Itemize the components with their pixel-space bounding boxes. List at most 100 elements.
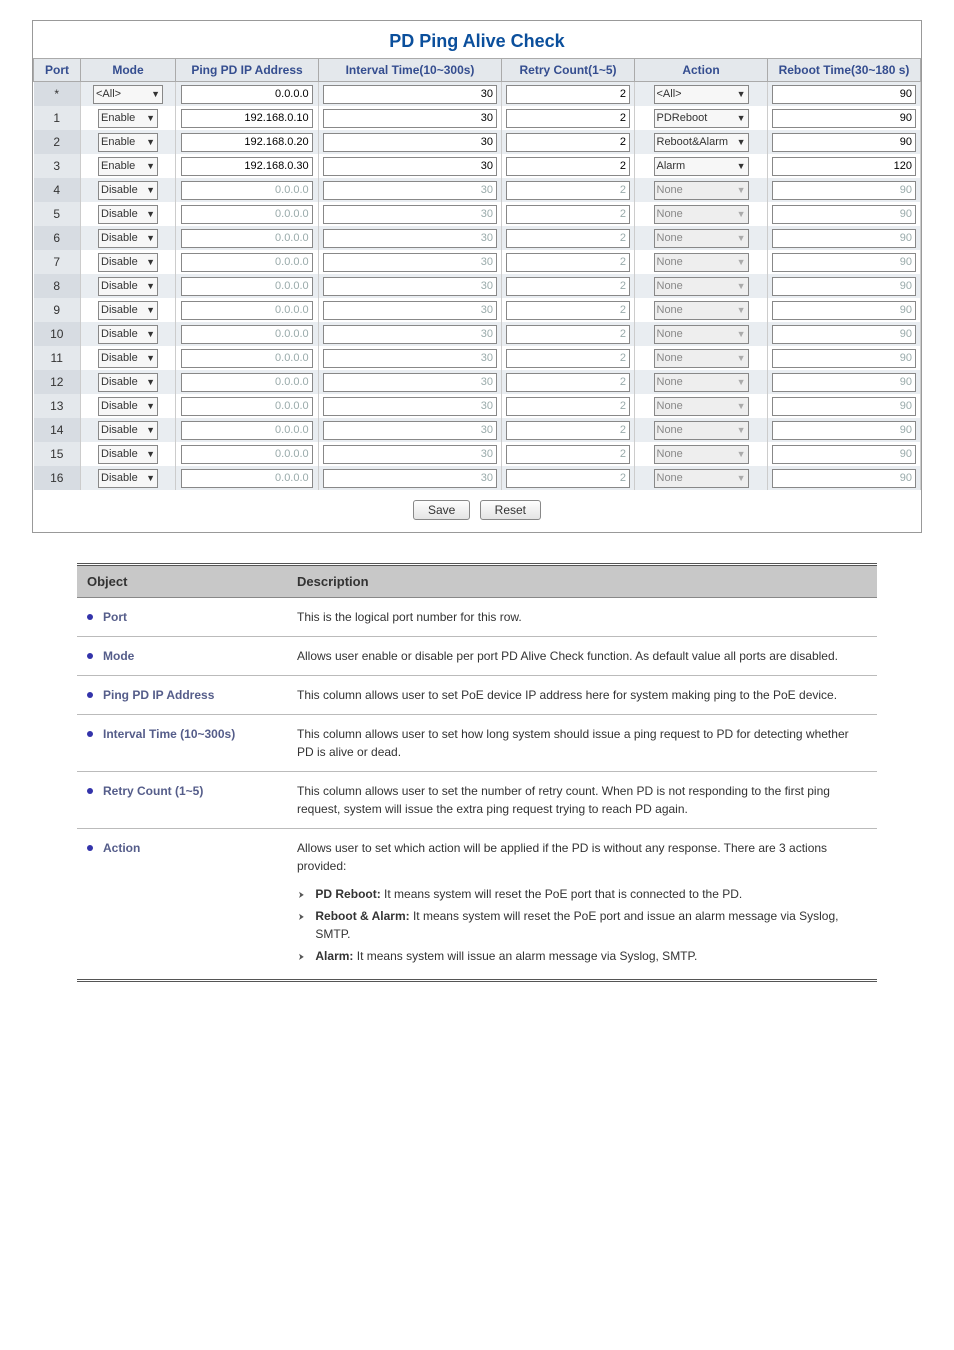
interval-input[interactable] — [323, 133, 497, 152]
mode-select[interactable]: Disable▼ — [98, 205, 158, 224]
ip-input — [181, 301, 312, 320]
mode-select[interactable]: Disable▼ — [98, 253, 158, 272]
chevron-down-icon: ▼ — [146, 185, 155, 195]
chevron-down-icon: ▼ — [737, 113, 746, 123]
ip-input-all[interactable] — [181, 85, 312, 104]
action-select[interactable]: Reboot&Alarm▼ — [654, 133, 749, 152]
reset-button[interactable]: Reset — [480, 500, 541, 520]
ip-input — [181, 205, 312, 224]
interval-input — [323, 421, 497, 440]
action-select-all[interactable]: <All> ▼ — [654, 85, 749, 104]
action-value: None — [657, 232, 683, 244]
desc-text: This column allows user to set PoE devic… — [287, 676, 877, 715]
chevron-down-icon: ▼ — [146, 137, 155, 147]
port-cell: 9 — [34, 298, 81, 322]
mode-value: Disable — [101, 304, 138, 316]
desc-object: Ping PD IP Address — [77, 676, 287, 715]
chevron-down-icon: ▼ — [151, 89, 160, 99]
desc-object: Retry Count (1~5) — [77, 772, 287, 829]
mode-select[interactable]: Disable▼ — [98, 277, 158, 296]
interval-input — [323, 325, 497, 344]
interval-input — [323, 469, 497, 488]
mode-select[interactable]: Disable▼ — [98, 469, 158, 488]
ip-input[interactable] — [181, 109, 312, 128]
mode-value: Disable — [101, 352, 138, 364]
mode-select[interactable]: Disable▼ — [98, 397, 158, 416]
chevron-down-icon: ▼ — [146, 425, 155, 435]
retry-input — [506, 277, 630, 296]
retry-input[interactable] — [506, 109, 630, 128]
desc-object: Action — [77, 829, 287, 981]
desc-text: Allows user to set which action will be … — [287, 829, 877, 981]
chevron-down-icon: ▼ — [146, 257, 155, 267]
reboot-input — [772, 181, 916, 200]
action-select: None▼ — [654, 205, 749, 224]
chevron-down-icon: ▼ — [737, 425, 746, 435]
action-sub-item: Reboot & Alarm: It means system will res… — [297, 907, 867, 943]
interval-input — [323, 397, 497, 416]
mode-select[interactable]: Disable ▼ — [98, 181, 158, 200]
mode-select[interactable]: Enable▼ — [98, 157, 158, 176]
interval-input[interactable] — [323, 109, 497, 128]
retry-input-all[interactable] — [506, 85, 630, 104]
interval-input[interactable] — [323, 157, 497, 176]
chevron-down-icon: ▼ — [737, 401, 746, 411]
mode-select[interactable]: Disable▼ — [98, 229, 158, 248]
action-value: None — [657, 352, 683, 364]
action-value: Reboot&Alarm — [657, 136, 729, 148]
chevron-down-icon: ▼ — [737, 233, 746, 243]
mode-select[interactable]: Enable▼ — [98, 133, 158, 152]
retry-input — [506, 253, 630, 272]
interval-input — [323, 229, 497, 248]
interval-input — [323, 181, 497, 200]
port-cell: 7 — [34, 250, 81, 274]
ip-input[interactable] — [181, 157, 312, 176]
mode-value: Disable — [101, 376, 138, 388]
mode-value: Disable — [101, 328, 138, 340]
reboot-input[interactable] — [772, 133, 916, 152]
reboot-input[interactable] — [772, 157, 916, 176]
mode-select[interactable]: Enable▼ — [98, 109, 158, 128]
chevron-down-icon: ▼ — [737, 305, 746, 315]
mode-value: Enable — [101, 112, 135, 124]
reboot-input-all[interactable] — [772, 85, 916, 104]
mode-select[interactable]: Disable▼ — [98, 445, 158, 464]
reboot-input — [772, 373, 916, 392]
mode-select[interactable]: Disable▼ — [98, 349, 158, 368]
col-action: Action — [635, 59, 768, 82]
port-cell: 10 — [34, 322, 81, 346]
mode-select[interactable]: Disable▼ — [98, 325, 158, 344]
chevron-down-icon: ▼ — [146, 449, 155, 459]
action-value: None — [657, 304, 683, 316]
port-cell: 13 — [34, 394, 81, 418]
action-select[interactable]: Alarm▼ — [654, 157, 749, 176]
mode-value: Disable — [101, 184, 138, 196]
mode-value: Disable — [101, 208, 138, 220]
chevron-down-icon: ▼ — [737, 209, 746, 219]
action-select: None▼ — [654, 397, 749, 416]
chevron-down-icon: ▼ — [737, 353, 746, 363]
retry-input — [506, 325, 630, 344]
action-select: None ▼ — [654, 229, 749, 248]
desc-text: This is the logical port number for this… — [287, 598, 877, 637]
retry-input[interactable] — [506, 157, 630, 176]
mode-select-all[interactable]: <All> ▼ — [93, 85, 163, 104]
ip-input — [181, 325, 312, 344]
action-select[interactable]: PDReboot ▼ — [654, 109, 749, 128]
action-select: None ▼ — [654, 421, 749, 440]
retry-input[interactable] — [506, 133, 630, 152]
save-button[interactable]: Save — [413, 500, 470, 520]
action-select: None▼ — [654, 181, 749, 200]
interval-input — [323, 445, 497, 464]
action-value: None — [657, 424, 683, 436]
mode-select[interactable]: Disable▼ — [98, 421, 158, 440]
reboot-input[interactable] — [772, 109, 916, 128]
action-value: None — [657, 448, 683, 460]
mode-select[interactable]: Disable▼ — [98, 373, 158, 392]
port-cell: 3 — [34, 154, 81, 178]
action-value: PDReboot — [657, 112, 708, 124]
interval-input-all[interactable] — [323, 85, 497, 104]
mode-select[interactable]: Disable▼ — [98, 301, 158, 320]
ip-input[interactable] — [181, 133, 312, 152]
chevron-down-icon: ▼ — [146, 473, 155, 483]
